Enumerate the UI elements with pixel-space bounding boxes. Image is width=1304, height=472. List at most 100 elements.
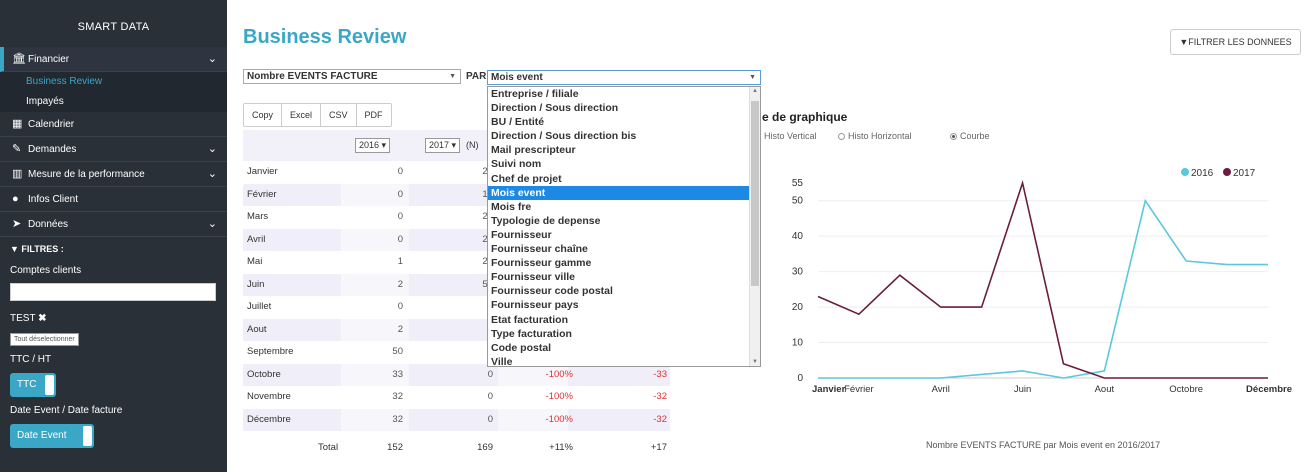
- toggle-knob: [83, 426, 92, 446]
- value-2017: 23: [443, 161, 493, 184]
- filter-data-button[interactable]: ▼FILTRER LES DONNEES: [1170, 29, 1301, 55]
- close-icon[interactable]: ✖: [38, 313, 46, 324]
- comptes-clients-input[interactable]: [10, 283, 216, 301]
- copy-button[interactable]: Copy: [244, 104, 283, 126]
- csv-button[interactable]: CSV: [321, 104, 357, 126]
- x-tick-label: Juin: [1014, 384, 1031, 395]
- dropdown-scrollbar[interactable]: ▲ ▼: [749, 87, 760, 366]
- value-2016: 0: [397, 166, 403, 177]
- radio-label: Histo Vertical: [764, 131, 817, 141]
- dropdown-option[interactable]: Entreprise / filiale: [488, 87, 760, 101]
- dropdown-option[interactable]: BU / Entité: [488, 115, 760, 129]
- value-2017: 0: [443, 319, 493, 342]
- sidebar-item-label: Demandes: [28, 144, 77, 155]
- sidebar-item-donnees[interactable]: ➤ Données ⌄: [0, 212, 227, 237]
- dropdown-option[interactable]: Code postal: [488, 341, 760, 355]
- value-2016: 0: [397, 211, 403, 222]
- ttc-toggle[interactable]: TTC: [10, 373, 56, 397]
- dropdown-option[interactable]: Type facturation: [488, 327, 760, 341]
- filters-title: ▼ FILTRES :: [10, 237, 217, 261]
- dropdown-option[interactable]: Direction / Sous direction: [488, 101, 760, 115]
- dropdown-option[interactable]: Typologie de depense: [488, 214, 760, 228]
- value-2017: 0: [487, 368, 493, 380]
- user-icon: ●: [12, 193, 19, 205]
- excel-button[interactable]: Excel: [282, 104, 322, 126]
- dropdown-option[interactable]: Suivi nom: [488, 157, 760, 171]
- month: Mai: [247, 256, 263, 267]
- date-event-toggle[interactable]: Date Event: [10, 424, 94, 448]
- dropdown-option[interactable]: Fournisseur: [488, 228, 760, 242]
- total-2017: 169: [477, 442, 493, 453]
- ttc-toggle-label: TTC: [17, 379, 37, 390]
- month: Janvier: [247, 166, 278, 177]
- export-buttons: Copy Excel CSV PDF: [243, 103, 392, 127]
- group-select[interactable]: Mois event ▼: [487, 70, 761, 85]
- value-2017: 0: [487, 413, 493, 425]
- value-2016: 33: [392, 368, 403, 380]
- x-tick-label: Janvier: [812, 384, 846, 395]
- year2-select[interactable]: 2017 ▾: [425, 138, 461, 153]
- dropdown-option[interactable]: Ville: [488, 355, 760, 366]
- scroll-up-icon[interactable]: ▲: [752, 88, 758, 94]
- legend-label: 2016: [1191, 168, 1214, 179]
- month: Février: [247, 188, 277, 200]
- sidebar-subitem-business-review[interactable]: Business Review: [0, 72, 227, 92]
- sidebar-item-label: Financier: [28, 54, 70, 65]
- dropdown-option[interactable]: Chef de projet: [488, 172, 760, 186]
- sidebar-subitem-impayes[interactable]: Impayés: [0, 92, 227, 112]
- dropdown-options: Entreprise / filiale Direction / Sous dir…: [488, 87, 760, 366]
- sidebar-item-calendrier[interactable]: ▦ Calendrier: [0, 112, 227, 137]
- value-2016: 0: [397, 301, 403, 312]
- value-2017: 0: [487, 391, 493, 402]
- month: Aout: [247, 323, 267, 335]
- sidebar-item-demandes[interactable]: ✎ Demandes ⌄: [0, 137, 227, 162]
- value-2017: 4: [443, 296, 493, 319]
- select-arrow-icon: ▼: [449, 73, 456, 80]
- y-tick-label: 30: [792, 267, 804, 278]
- dropdown-option[interactable]: Fournisseur code postal: [488, 284, 760, 298]
- group-select-value: Mois event: [491, 72, 543, 83]
- diff-value: -32: [653, 391, 667, 402]
- chevron-down-icon: ⌄: [207, 168, 217, 180]
- dropdown-option[interactable]: Mois fre: [488, 200, 760, 214]
- value-2017: 20: [443, 251, 493, 274]
- radio-courbe[interactable]: Courbe: [950, 131, 990, 141]
- series-line-2016: [818, 198, 1268, 379]
- dropdown-option[interactable]: Fournisseur gamme: [488, 256, 760, 270]
- scroll-down-icon[interactable]: ▼: [752, 359, 758, 365]
- value-2016: 32: [392, 413, 403, 425]
- deselect-all-button[interactable]: Tout déselectionner: [10, 333, 79, 346]
- sidebar-item-infos-client[interactable]: ● Infos Client: [0, 187, 227, 212]
- sidebar-item-financier[interactable]: 🏛 Financier ⌄: [0, 47, 227, 72]
- n-label: (N): [466, 140, 479, 150]
- dropdown-option[interactable]: Mail prescripteur: [488, 143, 760, 157]
- value-2017: 29: [443, 206, 493, 229]
- dropdown-option[interactable]: Mois event: [488, 185, 760, 200]
- dropdown-option[interactable]: Etat facturation: [488, 313, 760, 327]
- dropdown-option[interactable]: Fournisseur pays: [488, 298, 760, 312]
- y-tick-label: 0: [797, 373, 803, 384]
- radio-histo-vertical[interactable]: Histo Vertical: [764, 131, 817, 141]
- value-2016: 2: [397, 278, 403, 290]
- bar-chart-icon: ▥: [12, 168, 23, 180]
- sidebar-item-label: Calendrier: [28, 119, 75, 130]
- metric-select[interactable]: Nombre EVENTS FACTURE ▼: [243, 69, 461, 84]
- chart-caption: Nombre EVENTS FACTURE par Mois event en …: [926, 440, 1161, 450]
- sidebar-item-mesure[interactable]: ▥ Mesure de la performance ⌄: [0, 162, 227, 187]
- radio-histo-horizontal[interactable]: Histo Horizontal: [838, 131, 912, 141]
- pdf-button[interactable]: PDF: [357, 104, 391, 126]
- year1-select[interactable]: 2016 ▾: [355, 138, 391, 153]
- dropdown-option[interactable]: Fournisseur chaîne: [488, 242, 760, 256]
- group-dropdown-list: Entreprise / filiale Direction / Sous dir…: [487, 86, 761, 367]
- pct-change: -100%: [545, 391, 573, 402]
- chevron-down-icon: ⌄: [207, 53, 217, 65]
- dropdown-option[interactable]: Direction / Sous direction bis: [488, 129, 760, 143]
- dropdown-option[interactable]: Fournisseur ville: [488, 270, 760, 284]
- filter-data-label: FILTRER LES DONNEES: [1188, 37, 1292, 47]
- client-tag-label: TEST: [10, 313, 36, 324]
- total-2016: 152: [387, 442, 403, 453]
- total-diff: +17: [650, 442, 667, 453]
- month: Décembre: [247, 413, 291, 425]
- filter-icon: ▼: [1179, 37, 1189, 47]
- scrollbar-thumb[interactable]: [751, 101, 759, 286]
